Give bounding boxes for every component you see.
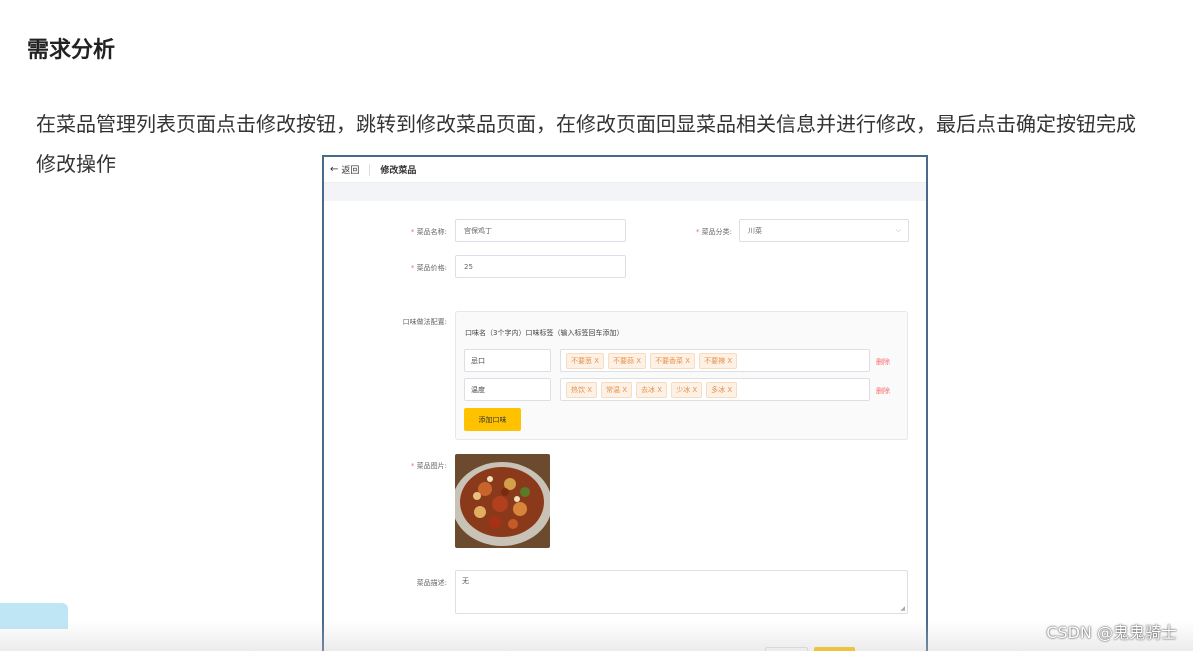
resize-handle-icon[interactable]: ◢	[900, 605, 905, 612]
divider	[369, 163, 371, 176]
dish-description-textarea[interactable]: 无 ◢	[455, 570, 908, 614]
flavor-config-label: 口味做法配置:	[402, 318, 447, 326]
flavor-tags-input[interactable]: 热饮 X 常温 X 去冰 X 少冰 X 多冰 X	[560, 378, 870, 401]
flavor-tag[interactable]: 不要香菜 X	[650, 352, 696, 369]
flavor-tag[interactable]: 不要蒜 X	[608, 352, 647, 369]
flavor-tags-input[interactable]: 不要葱 X 不要蒜 X 不要香菜 X 不要辣 X	[560, 349, 870, 372]
delete-flavor-button[interactable]: 删除	[876, 357, 890, 367]
dish-category-label: * 菜品分类:	[695, 228, 732, 236]
dish-description-label: 菜品描述:	[416, 579, 447, 587]
delete-flavor-button[interactable]: 删除	[876, 386, 890, 396]
dish-photo	[455, 454, 550, 548]
flavor-tag[interactable]: 少冰 X	[671, 381, 703, 398]
flavor-tag[interactable]: 常温 X	[601, 381, 633, 398]
dish-price-label: * 菜品价格:	[410, 264, 447, 272]
dish-name-label: * 菜品名称:	[410, 228, 447, 236]
flavor-tag[interactable]: 不要辣 X	[699, 352, 738, 369]
top-bar: ← 返回 修改菜品	[324, 157, 926, 183]
save-button[interactable]: 保存	[814, 647, 855, 651]
flavor-tag[interactable]: 热饮 X	[566, 381, 598, 398]
back-button[interactable]: ← 返回	[330, 163, 359, 176]
flavor-header: 口味名（3个字内）口味标签（输入标签回车添加）	[465, 329, 624, 337]
arrow-left-icon: ←	[330, 164, 339, 175]
decorative-shape	[0, 603, 68, 629]
description-value: 无	[462, 577, 469, 585]
chevron-down-icon: ⌵	[895, 226, 901, 234]
dish-image-label: * 菜品图片:	[410, 462, 447, 470]
flavor-name-input[interactable]: 忌口	[464, 349, 551, 372]
watermark: CSDN @鬼鬼骑士	[1046, 623, 1177, 642]
flavor-tag[interactable]: 多冰 X	[706, 381, 738, 398]
flavor-name-input[interactable]: 温度	[464, 378, 551, 401]
dish-category-select[interactable]: 川菜 ⌵	[739, 219, 909, 242]
back-label: 返回	[341, 166, 360, 176]
content-header-strip	[324, 183, 926, 201]
slide: 需求分析 在菜品管理列表页面点击修改按钮，跳转到修改菜品页面，在修改页面回显菜品…	[0, 0, 1193, 651]
dish-image[interactable]	[455, 454, 550, 548]
dish-name-input[interactable]: 宫保鸡丁	[455, 219, 626, 242]
flavor-tag[interactable]: 不要葱 X	[566, 352, 605, 369]
page-title: 修改菜品	[380, 166, 417, 176]
slide-title: 需求分析	[27, 38, 116, 63]
flavor-config-box: 口味名（3个字内）口味标签（输入标签回车添加） 忌口 不要葱 X 不要蒜 X 不…	[455, 311, 908, 440]
edit-dish-window: ← 返回 修改菜品 * 菜品名称: 宫保鸡丁 * 菜品分类: 川菜 ⌵ * 菜品…	[322, 155, 928, 651]
category-value: 川菜	[748, 226, 762, 235]
dish-price-input[interactable]: 25	[455, 255, 626, 278]
add-flavor-button[interactable]: 添加口味	[464, 408, 521, 431]
form-area: * 菜品名称: 宫保鸡丁 * 菜品分类: 川菜 ⌵ * 菜品价格: 25 口味做…	[324, 201, 926, 651]
flavor-tag[interactable]: 去冰 X	[636, 381, 668, 398]
cancel-button[interactable]: 取消	[765, 647, 808, 651]
